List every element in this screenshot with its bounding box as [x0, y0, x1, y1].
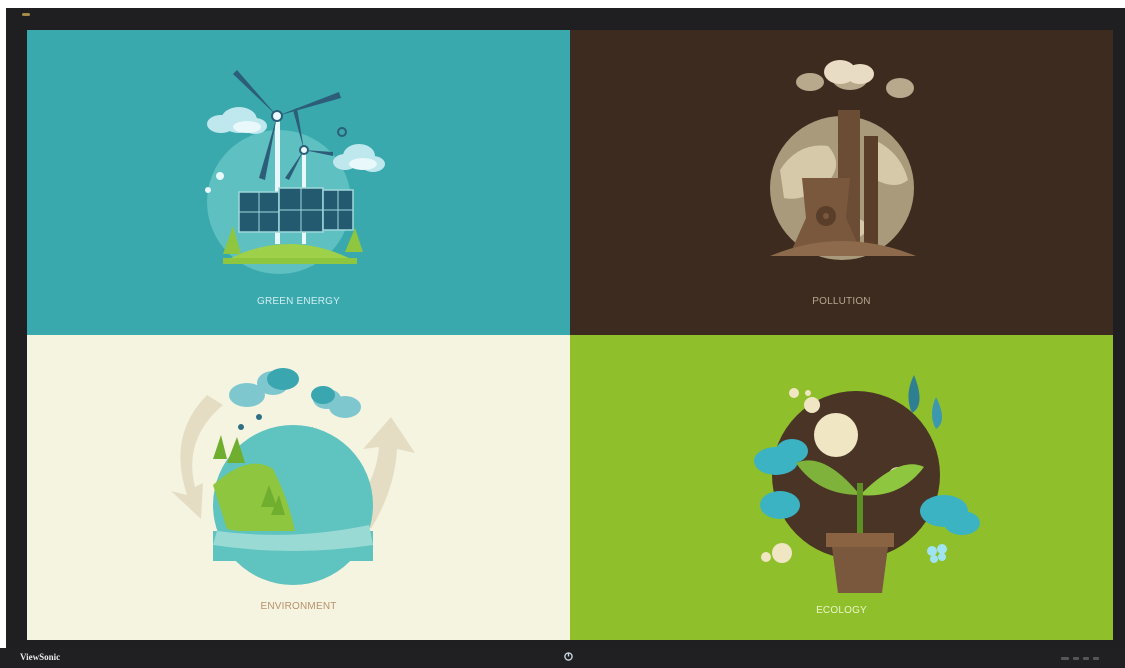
bezel-button[interactable] [1061, 657, 1069, 660]
camera-indicator [22, 13, 30, 16]
bezel-button[interactable] [1093, 657, 1099, 660]
tile-label: ENVIRONMENT [260, 601, 337, 612]
wind-solar-icon [205, 70, 385, 274]
bezel-button[interactable] [1083, 657, 1089, 660]
power-icon[interactable] [564, 652, 573, 661]
tile-environment[interactable]: ENVIRONMENT [27, 335, 570, 640]
monitor-frame: GREEN ENERGY POLLUTION ENVIRONMENT ECOLO… [6, 8, 1125, 668]
water-cycle-icon [171, 368, 415, 585]
bezel-button[interactable] [1073, 657, 1079, 660]
bottom-bezel [0, 648, 1125, 668]
tile-pollution[interactable]: POLLUTION [570, 30, 1113, 335]
tile-label: GREEN ENERGY [257, 296, 340, 307]
tile-green-energy[interactable]: GREEN ENERGY [27, 30, 570, 335]
screen: GREEN ENERGY POLLUTION ENVIRONMENT ECOLO… [27, 30, 1113, 640]
tile-ecology[interactable]: ECOLOGY [570, 335, 1113, 640]
plant-pot-icon [754, 375, 980, 593]
bezel-buttons [1061, 657, 1099, 660]
tile-label: POLLUTION [812, 296, 871, 307]
brand-logo: ViewSonic [20, 652, 61, 662]
factory-icon [770, 60, 916, 260]
tile-label: ECOLOGY [816, 605, 867, 616]
